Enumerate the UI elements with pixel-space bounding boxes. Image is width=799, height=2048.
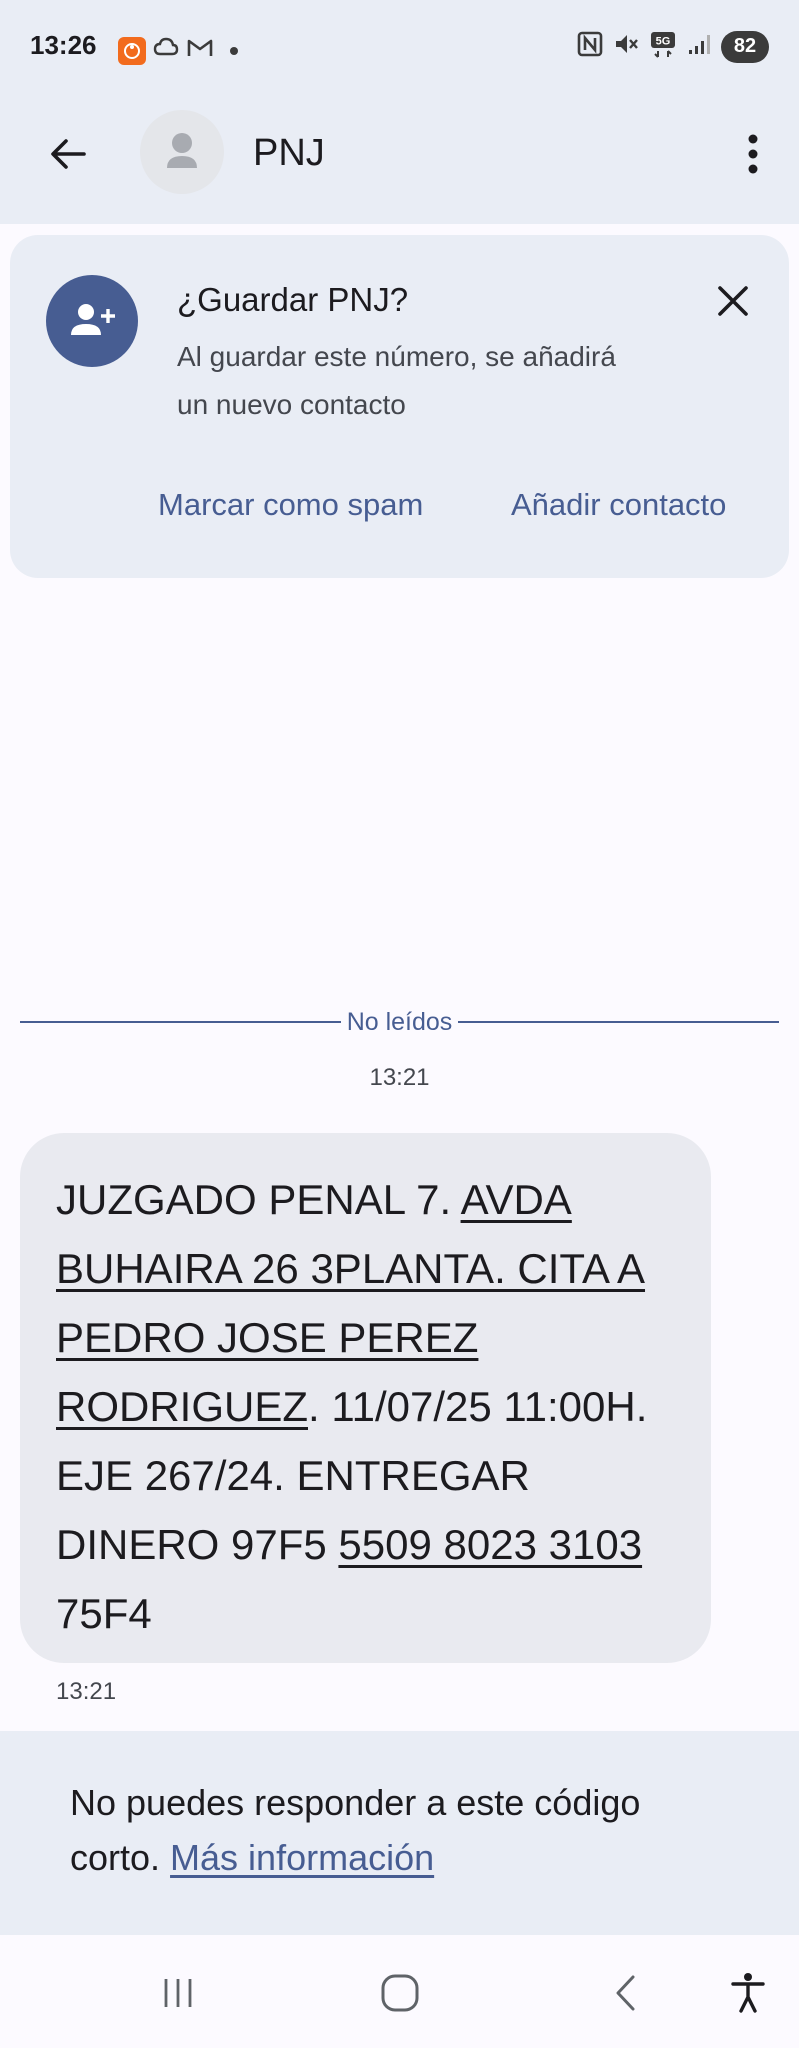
home-icon — [381, 1974, 419, 2012]
recents-icon — [164, 1979, 192, 2007]
divider-line-right — [458, 1021, 779, 1023]
signal-icon — [687, 32, 711, 61]
more-info-link[interactable]: Más información — [170, 1837, 434, 1878]
battery-indicator: 82 — [721, 30, 769, 63]
close-icon — [718, 286, 748, 316]
status-bar: 13:26 5G 82 — [0, 0, 799, 96]
unread-divider: No leídos — [20, 1002, 779, 1042]
message-text: JUZGADO PENAL 7. AVDA BUHAIRA 26 3PLANTA… — [56, 1165, 696, 1648]
message-segment: 75F4 — [56, 1590, 152, 1637]
conversation-title: PNJ — [253, 132, 325, 174]
more-notifications-dot — [230, 46, 238, 55]
conversation-timestamp: 13:21 — [369, 1064, 430, 1091]
divider-line-left — [20, 1021, 341, 1023]
nav-back-button[interactable] — [596, 1963, 656, 2023]
person-icon — [167, 133, 197, 168]
gmail-icon — [186, 37, 214, 64]
contact-avatar[interactable] — [140, 110, 224, 194]
add-contact-avatar — [46, 275, 138, 367]
save-card-body: Al guardar este número, se añadirá un nu… — [177, 341, 616, 420]
status-time: 13:26 — [30, 30, 97, 60]
incoming-message-bubble[interactable]: JUZGADO PENAL 7. AVDA BUHAIRA 26 3PLANTA… — [20, 1133, 711, 1663]
save-contact-card: ¿Guardar PNJ? Al guardar este número, se… — [10, 235, 789, 578]
notification-icons — [118, 34, 238, 67]
save-card-title: ¿Guardar PNJ? — [177, 281, 409, 318]
svg-text:5G: 5G — [656, 36, 671, 48]
person-add-icon — [71, 304, 115, 335]
more-vert-icon — [748, 134, 758, 174]
unread-label: No leídos — [346, 1007, 453, 1036]
phone-number-link[interactable]: 5509 8023 3103 — [338, 1521, 642, 1568]
reply-notice-text: No puedes responder a este código corto.… — [70, 1775, 730, 1885]
fitness-app-icon — [118, 36, 146, 65]
recents-button[interactable] — [148, 1963, 208, 2023]
network-5g-icon: 5G — [649, 30, 677, 63]
message-time: 13:21 — [56, 1678, 117, 1705]
mark-as-spam-button[interactable]: Marcar como spam — [158, 487, 423, 523]
navigation-bar — [0, 1935, 799, 2048]
reply-notice: No puedes responder a este código corto.… — [0, 1731, 799, 1935]
arrow-back-icon — [51, 139, 86, 169]
close-card-button[interactable] — [705, 273, 761, 329]
nav-back-icon — [616, 1975, 635, 2011]
cloud-icon — [152, 34, 180, 67]
more-options-button[interactable] — [725, 124, 781, 184]
nfc-icon — [577, 31, 603, 62]
add-contact-button[interactable]: Añadir contacto — [511, 487, 726, 523]
system-status-icons: 5G 82 — [577, 30, 769, 63]
back-button[interactable] — [38, 124, 98, 184]
home-button[interactable] — [370, 1963, 430, 2023]
app-bar: PNJ — [0, 96, 799, 216]
mute-icon — [613, 31, 639, 62]
accessibility-button[interactable] — [718, 1963, 778, 2023]
message-segment: JUZGADO PENAL 7. — [56, 1176, 461, 1223]
accessibility-icon — [731, 1973, 765, 2013]
